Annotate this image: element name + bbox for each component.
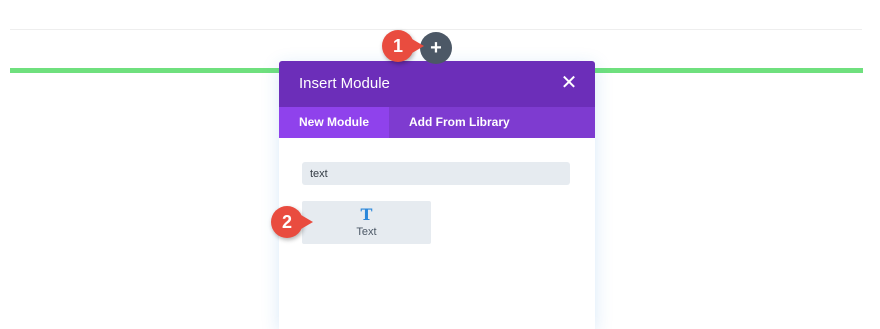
step-badge-2: 2: [271, 206, 313, 238]
modal-header: Insert Module ✕: [279, 61, 595, 107]
tab-add-from-library[interactable]: Add From Library: [389, 107, 530, 138]
tab-new-module[interactable]: New Module: [279, 107, 390, 138]
modal-tabs: New Module Add From Library: [279, 107, 595, 138]
add-module-button[interactable]: +: [420, 32, 452, 64]
close-icon[interactable]: ✕: [559, 72, 579, 94]
plus-icon: +: [430, 37, 442, 59]
module-tile-text[interactable]: T Text: [302, 201, 431, 244]
section-top-border: [10, 29, 862, 30]
modal-title: Insert Module: [299, 75, 390, 92]
module-search-input[interactable]: [302, 162, 570, 185]
text-icon: T: [360, 205, 373, 224]
insert-module-modal: Insert Module ✕ New Module Add From Libr…: [279, 61, 595, 329]
step-badge-1: 1: [382, 30, 424, 62]
module-label: Text: [356, 226, 377, 238]
